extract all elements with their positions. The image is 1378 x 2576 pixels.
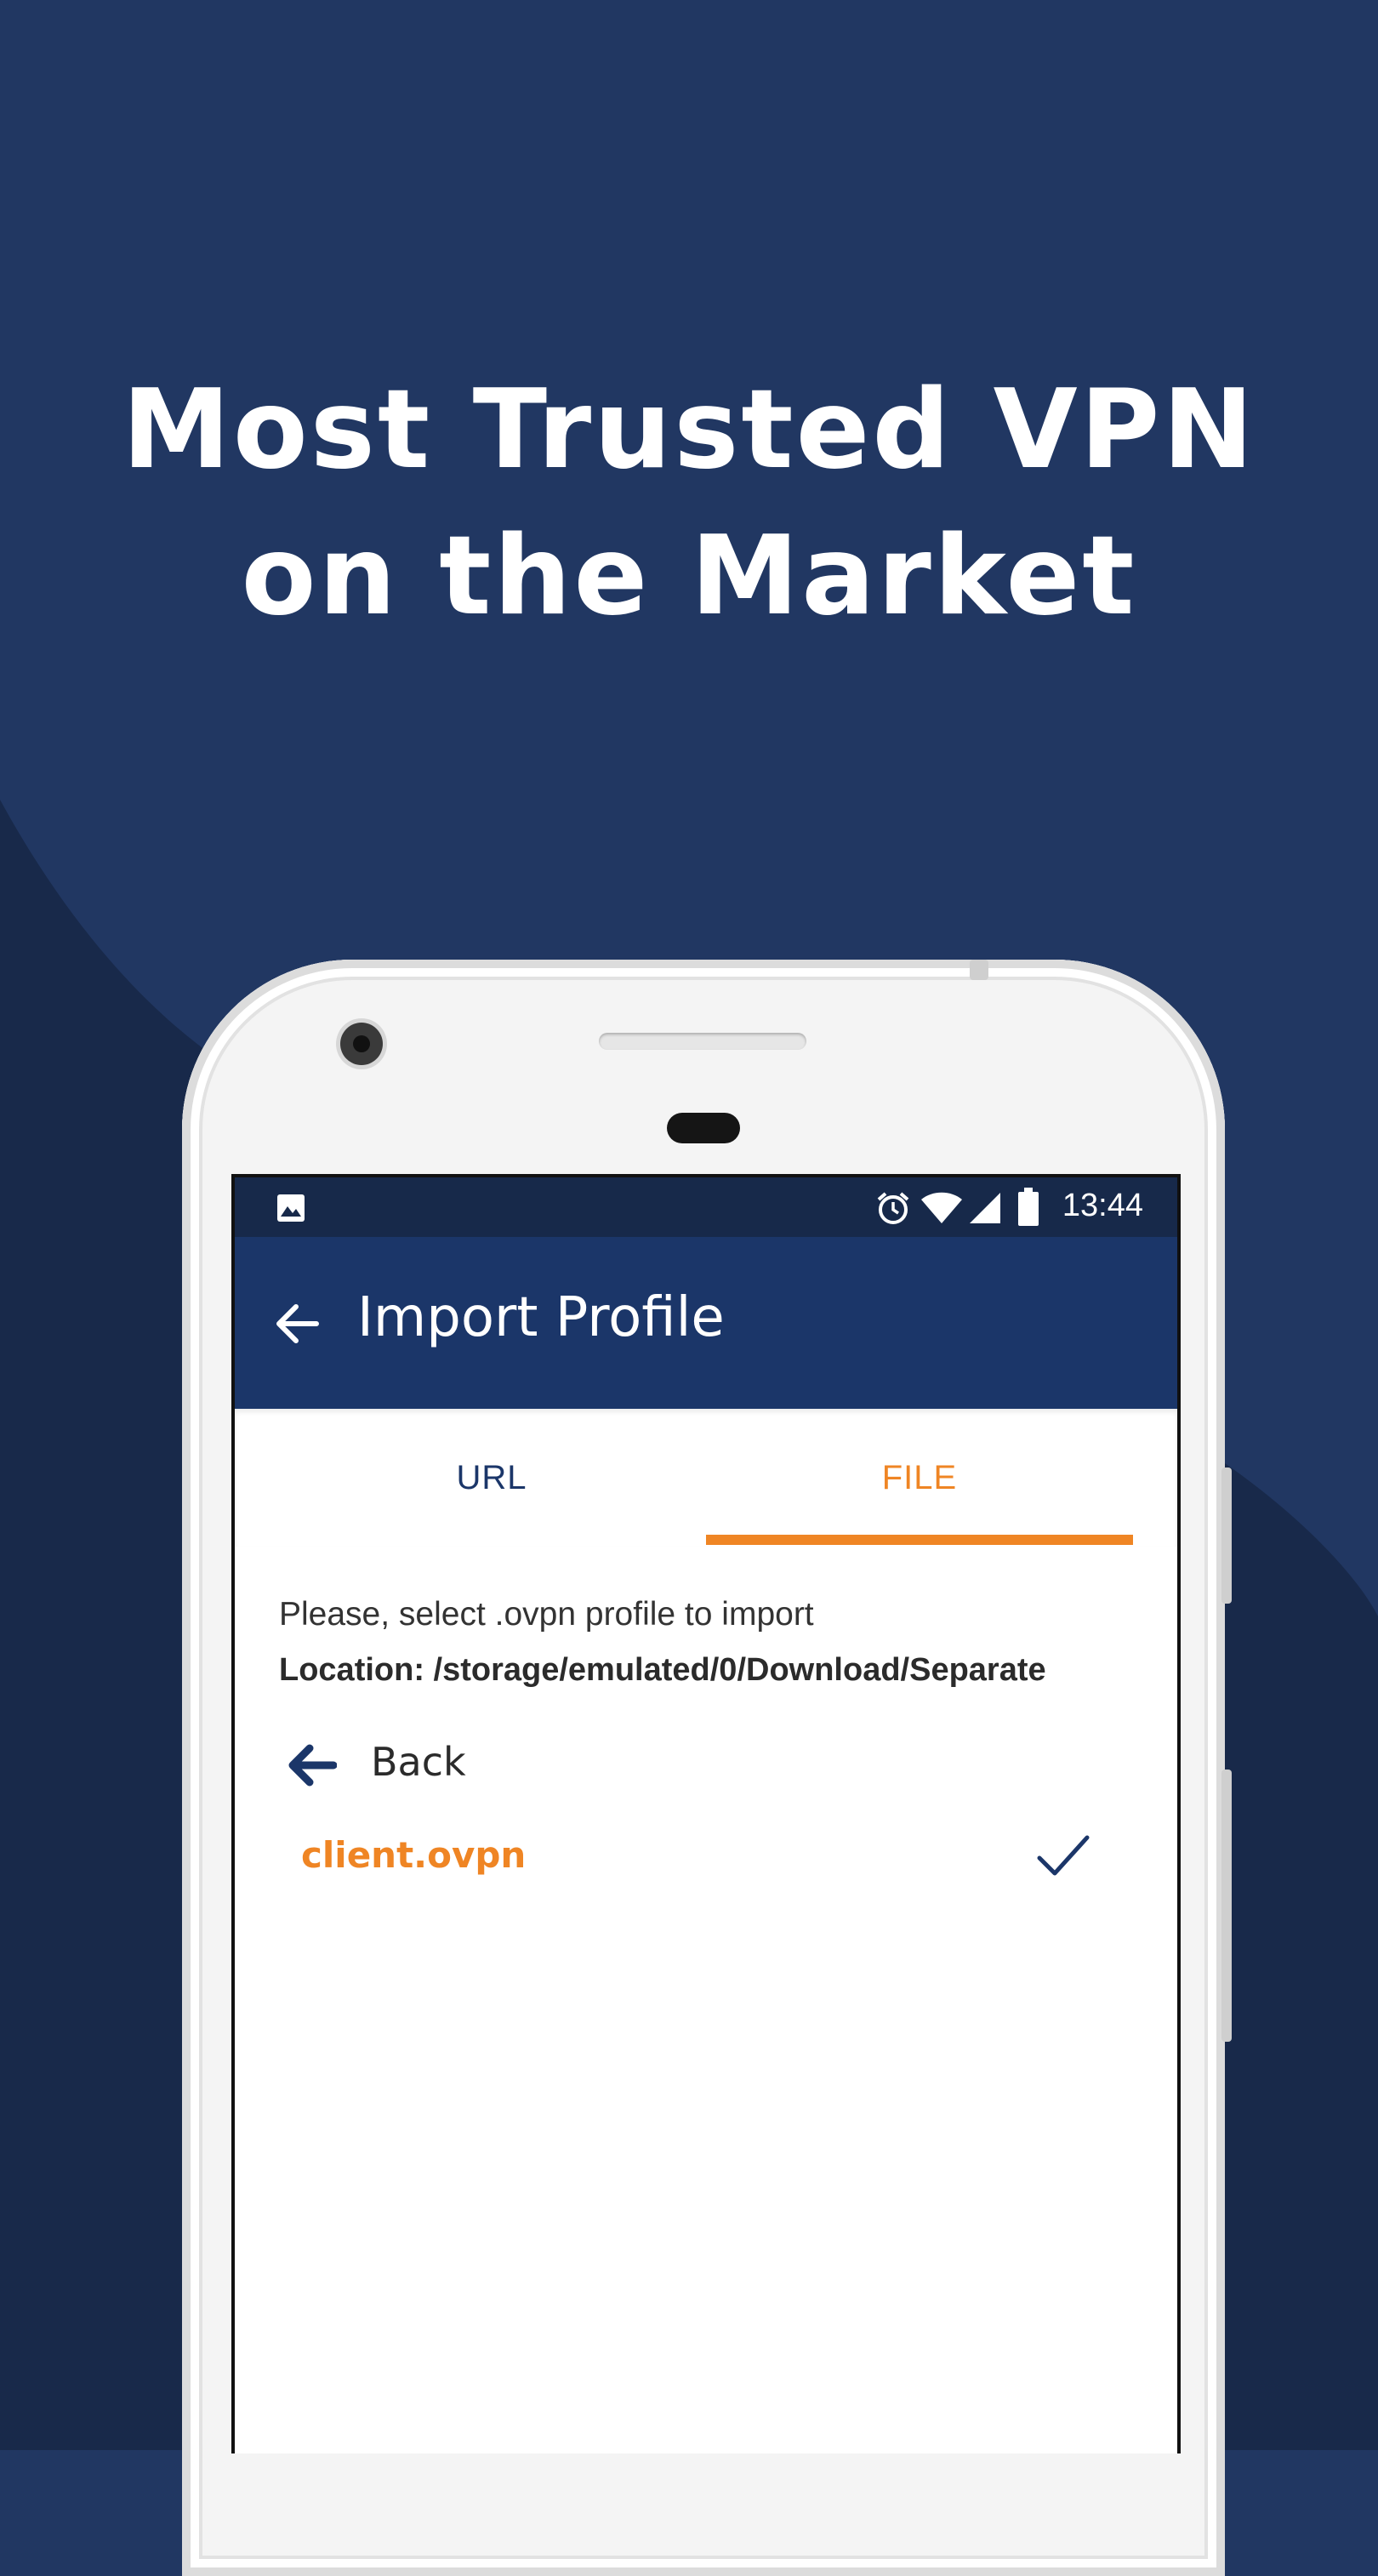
app-bar: Import Profile [235,1237,1177,1409]
top-button [970,960,988,980]
status-time: 13:44 [1062,1188,1143,1223]
headline: Most Trusted VPN on the Market [0,357,1378,650]
tab-bar: URL FILE [235,1409,1177,1547]
proximity-sensor [667,1113,740,1143]
signal-icon [970,1193,1000,1223]
arrow-left-icon[interactable] [274,1300,322,1348]
headline-line-2: on the Market [241,513,1137,640]
status-bar: 13:44 [235,1177,1177,1237]
alarm-icon [877,1192,909,1224]
image-icon [277,1194,305,1222]
tab-url[interactable]: URL [286,1409,698,1547]
earpiece-speaker [599,1033,806,1050]
tab-file[interactable]: FILE [706,1409,1133,1547]
back-row[interactable]: Back [279,1730,789,1798]
check-icon [1037,1835,1090,1876]
arrow-left-icon [288,1744,337,1787]
file-name: client.ovpn [301,1834,527,1876]
phone-screen: 13:44 Import Profile URL FILE Please, se… [231,1174,1181,2453]
wifi-icon [921,1192,962,1223]
file-list-item[interactable]: client.ovpn [279,1819,1133,1895]
headline-line-1: Most Trusted VPN [122,367,1256,493]
import-prompt: Please, select .ovpn profile to import [279,1596,814,1633]
power-button [1221,1468,1232,1604]
volume-button [1221,1770,1232,2042]
page-title: Import Profile [357,1286,725,1349]
battery-icon [1018,1188,1039,1226]
back-label: Back [371,1739,466,1785]
tab-indicator [706,1535,1133,1545]
location-path: Location: /storage/emulated/0/Download/S… [279,1652,1046,1688]
front-camera [340,1023,383,1065]
